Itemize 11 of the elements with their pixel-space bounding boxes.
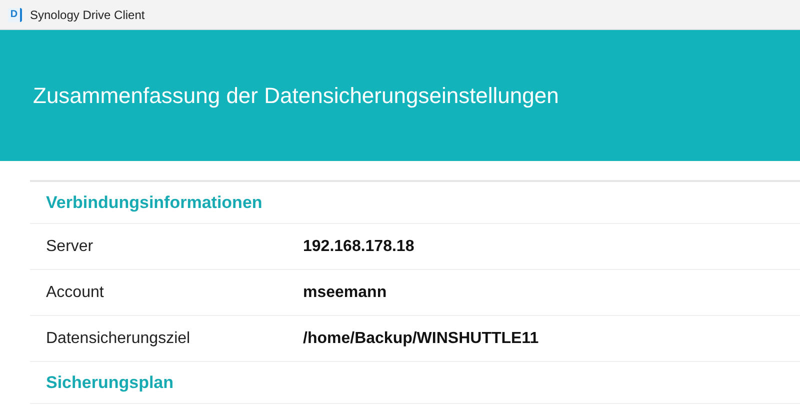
section-heading: Sicherungsplan [46,372,174,394]
banner-title: Zusammenfassung der Datensicherungseinstellungen [33,82,559,110]
section-heading: Verbindungsinformationen [46,192,262,214]
app-logo: D [8,8,22,22]
field-label: Account [46,282,105,302]
field-value: /home/Backup/WINSHUTTLE11 [303,328,539,348]
window-title: Synology Drive Client [30,6,145,24]
field-label: Server [46,236,94,256]
field-value: mseemann [303,282,387,302]
field-label: Datensicherungsziel [46,328,192,348]
field-value: 192.168.178.18 [303,236,414,256]
